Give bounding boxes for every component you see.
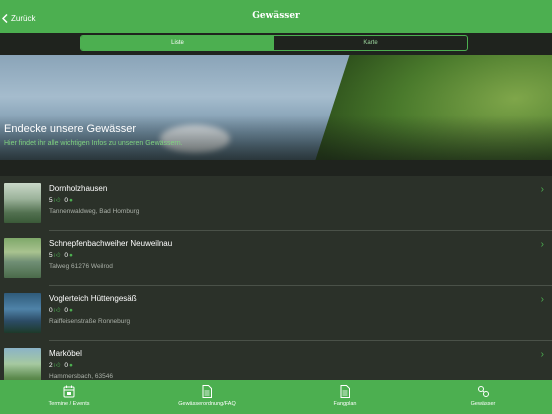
segment-list[interactable]: Liste bbox=[81, 36, 274, 50]
tab-rules-faq[interactable]: Gewässerordnung/FAQ bbox=[138, 380, 276, 414]
comments-count: 0 bbox=[64, 251, 69, 259]
list-item-name: Marköbel bbox=[49, 349, 82, 358]
list-item-thumbnail bbox=[4, 183, 41, 223]
tab-catch-plan[interactable]: Fangplan bbox=[276, 380, 414, 414]
view-segmented-control: Liste Karte bbox=[80, 35, 468, 51]
list-item[interactable]: Schnepfenbachweiher Neuweilnau 5 👍︎ 0 ● … bbox=[0, 231, 552, 286]
list-item-address: Raiffeisenstraße Ronneburg bbox=[49, 318, 131, 325]
list-item-address: Talweg 61276 Weilrod bbox=[49, 263, 113, 270]
list-item-name: Dornholzhausen bbox=[49, 184, 108, 193]
likes-count: 5 bbox=[49, 196, 53, 204]
list-item-stats: 0 👍︎ 0 ● bbox=[49, 306, 77, 315]
comment-icon: ● bbox=[69, 306, 73, 314]
chevron-right-icon: › bbox=[540, 184, 544, 195]
list-item-stats: 2 👍︎ 0 ● bbox=[49, 361, 77, 370]
thumbs-up-icon: 👍︎ bbox=[53, 197, 61, 204]
tab-label: Fangplan bbox=[333, 401, 357, 407]
list-item-stats: 5 👍︎ 0 ● bbox=[49, 251, 77, 260]
chevron-right-icon: › bbox=[540, 239, 544, 250]
chevron-right-icon: › bbox=[540, 294, 544, 305]
fish-icon bbox=[477, 386, 489, 397]
waters-list: Dornholzhausen 5 👍︎ 0 ● Tannenwaldweg, B… bbox=[0, 176, 552, 380]
segment-bar: Liste Karte bbox=[0, 33, 552, 55]
list-item-thumbnail bbox=[4, 238, 41, 278]
list-item[interactable]: Marköbel 2 👍︎ 0 ● Hammersbach, 63546 › bbox=[0, 341, 552, 380]
chevron-right-icon: › bbox=[540, 349, 544, 360]
likes-count: 0 bbox=[49, 306, 53, 314]
thumbs-up-icon: 👍︎ bbox=[53, 307, 61, 314]
hero-title: Endecke unsere Gewässer bbox=[4, 123, 137, 135]
list-item-name: Schnepfenbachweiher Neuweilnau bbox=[49, 239, 173, 248]
list-item[interactable]: Dornholzhausen 5 👍︎ 0 ● Tannenwaldweg, B… bbox=[0, 176, 552, 231]
page-title: Gewässer bbox=[252, 11, 300, 21]
calendar-icon bbox=[63, 385, 75, 398]
tab-events[interactable]: Termine / Events bbox=[0, 380, 138, 414]
list-item-address: Hammersbach, 63546 bbox=[49, 373, 113, 380]
likes-count: 2 bbox=[49, 361, 53, 369]
hero-caption-strip bbox=[0, 160, 552, 176]
tab-label: Gewässer bbox=[470, 401, 496, 407]
comments-count: 0 bbox=[64, 361, 69, 369]
thumbs-up-icon: 👍︎ bbox=[53, 362, 61, 369]
list-item-name: Voglerteich Hüttengesäß bbox=[49, 294, 137, 303]
top-bar: Zurück Gewässer bbox=[0, 0, 552, 33]
tab-label: Gewässerordnung/FAQ bbox=[178, 401, 236, 407]
document-icon bbox=[340, 385, 350, 398]
comment-icon: ● bbox=[69, 361, 73, 369]
list-item-address: Tannenwaldweg, Bad Homburg bbox=[49, 208, 140, 215]
likes-count: 5 bbox=[49, 251, 53, 259]
document-icon bbox=[202, 385, 212, 398]
comments-count: 0 bbox=[64, 306, 69, 314]
comment-icon: ● bbox=[69, 251, 73, 259]
segment-map[interactable]: Karte bbox=[274, 36, 467, 50]
list-item[interactable]: Voglerteich Hüttengesäß 0 👍︎ 0 ● Raiffei… bbox=[0, 286, 552, 341]
bottom-tab-bar: Termine / Events Gewässerordnung/FAQ Fan… bbox=[0, 380, 552, 414]
comments-count: 0 bbox=[64, 196, 69, 204]
hero-image bbox=[0, 55, 552, 175]
thumbs-up-icon: 👍︎ bbox=[53, 252, 61, 259]
list-item-thumbnail bbox=[4, 348, 41, 380]
list-item-thumbnail bbox=[4, 293, 41, 333]
tab-label: Termine / Events bbox=[48, 401, 90, 407]
tab-waters[interactable]: Gewässer bbox=[414, 380, 552, 414]
comment-icon: ● bbox=[69, 196, 73, 204]
list-item-stats: 5 👍︎ 0 ● bbox=[49, 196, 77, 205]
hero-subtitle: Hier findet ihr alle wichtigen Infos zu … bbox=[4, 140, 183, 147]
